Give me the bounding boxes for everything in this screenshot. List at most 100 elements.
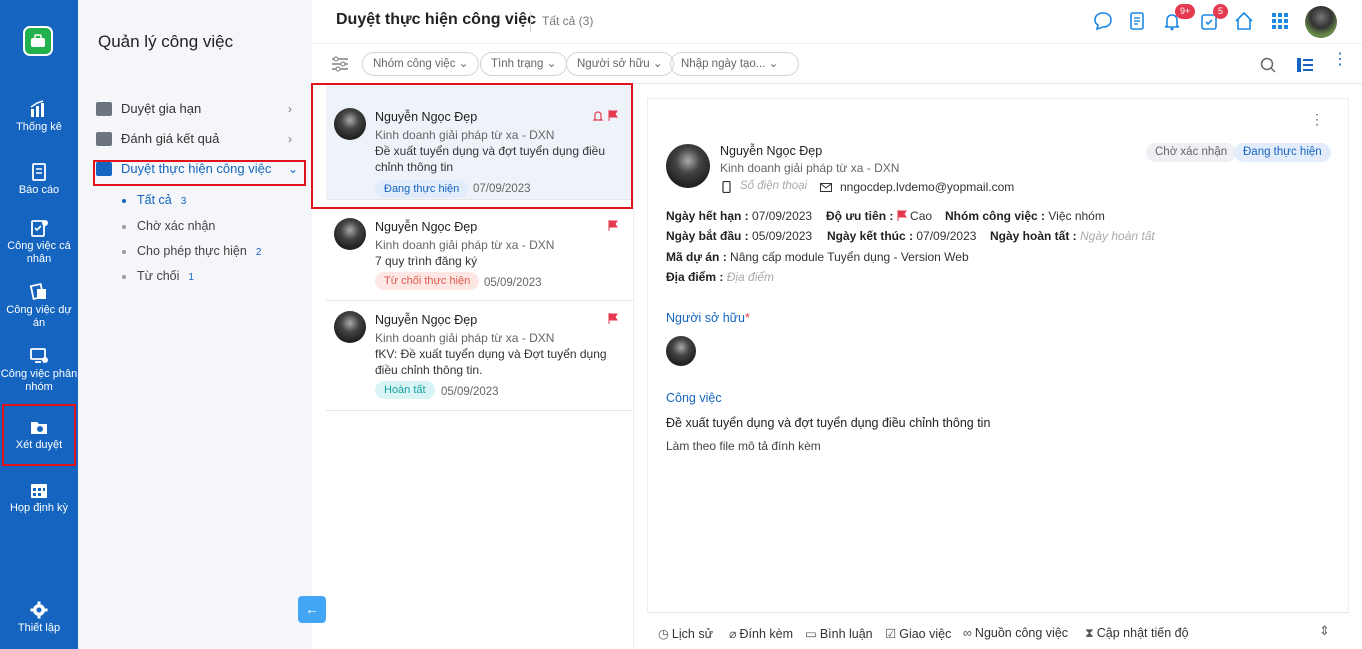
flag-icon: [608, 220, 618, 231]
list-item[interactable]: Nguyễn Ngọc Đẹp Kinh doanh giải pháp từ …: [326, 208, 634, 301]
list-view-icon[interactable]: [1296, 57, 1314, 73]
submenu-count: 2: [255, 247, 262, 258]
chat-icon[interactable]: [1092, 10, 1114, 32]
chevron-down-icon: ⌄: [458, 58, 469, 70]
due-date-field: Ngày hết hạn : 07/09/2023: [666, 209, 813, 223]
source-button[interactable]: ∞ Nguồn công việc: [963, 626, 1068, 640]
paperclip-icon: ⌀: [729, 627, 737, 641]
more-vertical-icon[interactable]: ⋮: [1310, 111, 1324, 128]
report-icon: [32, 163, 46, 181]
collapse-sidebar-button[interactable]: ←: [298, 596, 326, 623]
rail-item-label: Thiết lập: [17, 622, 61, 634]
sidebar-item-label: Duyệt gia hạn: [121, 101, 202, 116]
app-rail: Thống kê Báo cáo Công việc cá nhân Công …: [0, 0, 78, 649]
sidebar-item-label: Đánh giá kết quả: [121, 131, 220, 146]
rail-item-reports[interactable]: Báo cáo: [0, 163, 78, 197]
filter-bar: Nhóm công việc ⌄ Tình trạng ⌄ Người sở h…: [312, 44, 1362, 84]
filter-date-input[interactable]: Nhập ngày tạo... ⌄: [670, 52, 799, 76]
submenu-count: 3: [180, 196, 187, 207]
group-field: Nhóm công việc : Việc nhóm: [945, 209, 1105, 223]
submenu-item-pending[interactable]: Chờ xác nhận: [122, 219, 215, 233]
status-badge: Hoàn tất: [375, 381, 435, 399]
folder-icon: [96, 131, 112, 146]
rail-item-project-tasks[interactable]: Công việc dự án: [0, 283, 78, 330]
priority-field: Độ ưu tiên : Cao: [826, 209, 933, 223]
rail-item-settings[interactable]: Thiết lập: [0, 601, 78, 635]
rail-item-meetings[interactable]: Họp định kỳ: [0, 481, 78, 515]
submenu-label: Tất cả: [137, 193, 172, 207]
comment-icon: ▭: [805, 627, 817, 641]
rail-item-group-tasks[interactable]: Công việc phân nhóm: [0, 347, 78, 394]
comment-button[interactable]: ▭ Bình luận: [805, 626, 873, 641]
group-task-icon: [30, 348, 48, 363]
page-header: Duyệt thực hiện công việc Tất cả (3) 9+ …: [312, 0, 1362, 44]
task-section-title: Công việc: [666, 391, 722, 405]
avatar: [334, 311, 366, 343]
project-task-icon: [29, 283, 46, 300]
card-dept: Kinh doanh giải pháp từ xa - DXN: [375, 238, 555, 252]
task-title: Đề xuất tuyển dụng và đợt tuyển dụng điề…: [666, 416, 991, 430]
rail-item-personal-tasks[interactable]: Công việc cá nhân: [0, 219, 78, 266]
apps-grid-icon[interactable]: [1269, 10, 1291, 32]
approval-highlight-box: [2, 404, 76, 466]
folder-icon: [96, 101, 112, 116]
avatar: [666, 144, 710, 188]
filter-group-dropdown[interactable]: Nhóm công việc ⌄: [362, 52, 480, 76]
chevron-down-icon: ⌄: [652, 58, 663, 70]
more-vertical-icon[interactable]: ⋮: [1332, 52, 1348, 68]
chevron-down-icon: ⌄: [768, 58, 779, 70]
location-field: Địa điểm : Địa điểm: [666, 270, 775, 284]
search-icon[interactable]: [1260, 57, 1276, 73]
rail-item-statistics[interactable]: Thống kê: [0, 100, 78, 134]
arrow-left-icon: ←: [305, 601, 319, 617]
submenu-count: 1: [188, 272, 194, 283]
filter-owner-dropdown[interactable]: Người sở hữu ⌄: [566, 52, 674, 76]
page-title: Duyệt thực hiện công việc: [336, 11, 537, 28]
phone-field: Số điện thoại: [740, 180, 808, 192]
app-logo-icon[interactable]: [23, 26, 53, 56]
card-dept: Kinh doanh giải pháp từ xa - DXN: [375, 331, 555, 345]
document-icon[interactable]: [1126, 10, 1148, 32]
filter-status-dropdown[interactable]: Tình trạng ⌄: [480, 52, 568, 76]
detail-dept: Kinh doanh giải pháp từ xa - DXN: [720, 161, 900, 175]
history-button[interactable]: ◷ Lịch sử: [658, 626, 713, 641]
status-tag: Đang thực hiện: [1234, 143, 1331, 162]
task-detail-panel: ⋮ Nguyễn Ngọc Đẹp Kinh doanh giải pháp t…: [647, 98, 1349, 649]
rail-item-label: Công việc cá nhân: [7, 240, 71, 265]
filter-settings-icon[interactable]: [331, 56, 349, 72]
submenu-label: Cho phép thực hiện: [137, 244, 247, 258]
progress-button[interactable]: ⧗ Cập nhật tiến độ: [1085, 626, 1189, 641]
calendar-icon: [31, 484, 47, 498]
assign-button[interactable]: ☑ Giao việc: [885, 626, 951, 641]
divider: [530, 12, 531, 32]
start-date-field: Ngày bắt đầu : 05/09/2023: [666, 229, 813, 243]
sub-sidebar: Quản lý công việc Duyệt gia hạn › Đánh g…: [78, 0, 312, 649]
avatar: [334, 218, 366, 250]
rail-item-label: Công việc phân nhóm: [0, 368, 78, 393]
clock-icon: ◷: [658, 627, 669, 641]
submenu-item-all[interactable]: Tất cả 3: [122, 193, 186, 207]
chevron-down-icon: ⌄: [546, 58, 557, 70]
home-icon[interactable]: [1233, 10, 1255, 32]
rail-item-label: Thống kê: [16, 121, 62, 133]
owner-avatar[interactable]: [666, 336, 696, 366]
task-badge: 5: [1213, 4, 1229, 19]
user-avatar[interactable]: [1305, 6, 1337, 38]
attach-button[interactable]: ⌀ Đính kèm: [729, 626, 793, 641]
title-count: Tất cả (3): [542, 14, 594, 28]
sidebar-item-result-evaluation[interactable]: Đánh giá kết quả ›: [96, 131, 292, 146]
phone-icon: [722, 181, 731, 193]
owner-section-title: Người sở hữu*: [666, 311, 750, 325]
project-field: Mã dự án : Nâng cấp module Tuyển dụng - …: [666, 250, 969, 264]
sidebar-item-extension-approval[interactable]: Duyệt gia hạn ›: [96, 101, 292, 116]
submenu-item-rejected[interactable]: Từ chối 1: [122, 269, 194, 283]
gear-icon: [30, 601, 48, 619]
rail-item-label: Báo cáo: [18, 184, 60, 196]
list-item[interactable]: Nguyễn Ngọc Đẹp Kinh doanh giải pháp từ …: [326, 301, 634, 411]
done-date-field: Ngày hoàn tất : Ngày hoàn tất: [990, 229, 1155, 243]
submenu-label: Từ chối: [137, 269, 180, 283]
flag-icon: [608, 313, 618, 324]
expand-icon[interactable]: ⇕: [1319, 623, 1330, 639]
hourglass-icon: ⧗: [1085, 626, 1094, 640]
submenu-item-allowed[interactable]: Cho phép thực hiện 2: [122, 244, 261, 258]
